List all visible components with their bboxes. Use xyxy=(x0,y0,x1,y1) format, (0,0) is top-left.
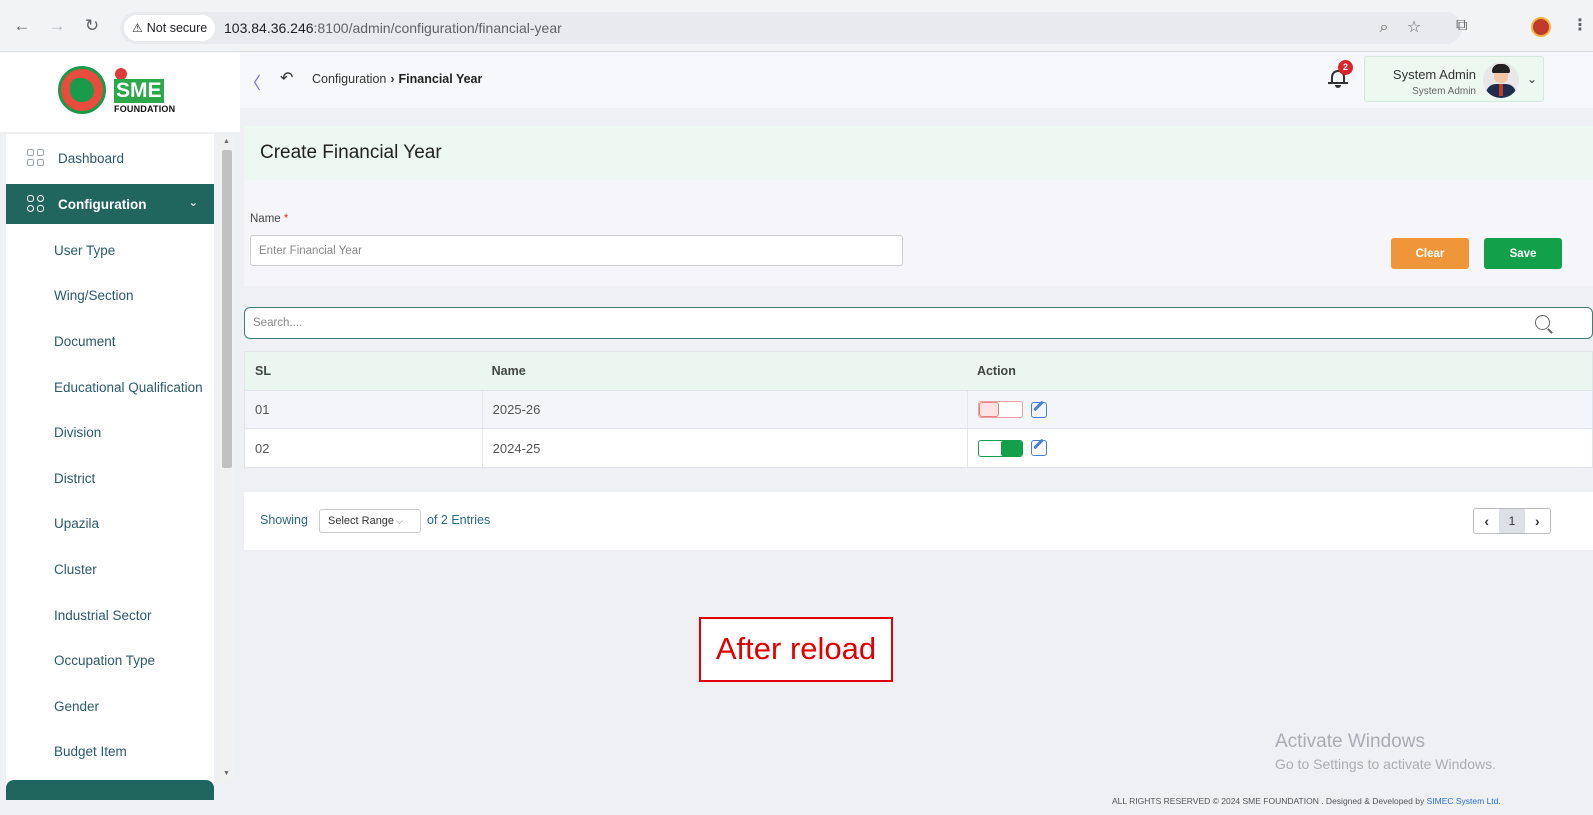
next-page-icon[interactable]: › xyxy=(1525,509,1550,533)
breadcrumb-chevron-icon: › xyxy=(390,72,395,86)
dashboard-grid-icon xyxy=(26,148,46,168)
annotation-box: After reload xyxy=(699,617,893,682)
showing-label: Showing xyxy=(260,513,308,527)
sidebar-sub-educational-qualification[interactable]: Educational Qualification xyxy=(54,380,203,395)
zoom-icon[interactable]: ⌕ xyxy=(1374,18,1394,38)
sidebar-sub-gender[interactable]: Gender xyxy=(54,699,99,714)
sidebar-sub-user-type[interactable]: User Type xyxy=(54,243,115,258)
search-box xyxy=(244,307,1593,339)
sidebar-sub-upazila[interactable]: Upazila xyxy=(54,516,99,531)
cell-sl: 02 xyxy=(255,440,270,456)
cell-action xyxy=(966,391,1592,428)
main-content: Create Financial Year Name * Clear Save … xyxy=(240,108,1593,815)
sidebar-sub-budget-item[interactable]: Budget Item xyxy=(54,744,127,759)
government-seal-icon xyxy=(58,66,106,114)
clear-button[interactable]: Clear xyxy=(1391,238,1469,269)
save-button[interactable]: Save xyxy=(1484,238,1562,269)
page-number[interactable]: 1 xyxy=(1499,509,1525,533)
user-role: System Admin xyxy=(1412,86,1476,97)
bookmark-star-icon[interactable]: ☆ xyxy=(1404,18,1424,38)
logo-sme-text: SME xyxy=(114,79,164,103)
user-name: System Admin xyxy=(1392,67,1476,82)
sidebar-sub-industrial-sector[interactable]: Industrial Sector xyxy=(54,608,152,623)
undo-back-icon[interactable]: ↶ xyxy=(280,68,293,88)
collapse-sidebar-icon[interactable]: 〈 xyxy=(244,69,261,94)
scrollbar-thumb[interactable] xyxy=(222,150,232,468)
entries-count: of 2 Entries xyxy=(427,513,491,527)
chevron-down-icon: ⌵ xyxy=(396,516,403,526)
sidebar-sub-cluster[interactable]: Cluster xyxy=(54,562,97,577)
pager: ‹ 1 › xyxy=(1473,508,1551,534)
developer-link[interactable]: SIMEC System Ltd. xyxy=(1427,796,1501,806)
financial-year-table: SL Name Action 01 2025-26 02 2024-25 xyxy=(244,351,1593,468)
back-arrow-icon[interactable]: ← xyxy=(12,16,32,36)
pagination-bar: Showing Select Range ⌵ of 2 Entries ‹ 1 › xyxy=(244,492,1593,550)
prev-page-icon[interactable]: ‹ xyxy=(1474,509,1499,533)
header-action: Action xyxy=(976,364,1016,378)
browser-toolbar: ← → ↻ ⚠ Not secure 103.84.36.246:8100/adm… xyxy=(0,0,1593,52)
sidebar-item-partial[interactable] xyxy=(6,780,214,800)
page-title: Create Financial Year xyxy=(260,142,442,163)
sidebar-header: SME FOUNDATION xyxy=(0,52,240,132)
sidebar-item-dashboard[interactable]: Dashboard xyxy=(6,138,214,178)
logo-foundation-text: FOUNDATION xyxy=(114,104,176,114)
header-sl: SL xyxy=(255,364,271,378)
cell-action xyxy=(966,429,1592,467)
breadcrumb: Configuration › Financial Year xyxy=(312,72,482,86)
sidebar-sub-wing-section[interactable]: Wing/Section xyxy=(54,288,134,303)
topbar: 〈 ↶ Configuration › Financial Year 2 Syste… xyxy=(240,52,1593,108)
extensions-icon[interactable]: ⧉ xyxy=(1456,16,1467,36)
search-input[interactable] xyxy=(253,312,1513,334)
profile-avatar-icon[interactable] xyxy=(1531,17,1551,37)
forward-arrow-icon[interactable]: → xyxy=(47,16,67,36)
sidebar: Dashboard Configuration ⌄ User Type Wing… xyxy=(6,134,214,800)
scroll-down-icon[interactable]: ▼ xyxy=(223,770,230,777)
sidebar-item-configuration[interactable]: Configuration ⌄ xyxy=(6,184,214,224)
reload-icon[interactable]: ↻ xyxy=(82,16,102,36)
table-header-row: SL Name Action xyxy=(245,352,1592,391)
sidebar-sub-district[interactable]: District xyxy=(54,471,95,486)
security-chip[interactable]: ⚠ Not secure xyxy=(124,15,216,41)
chevron-down-icon: ⌄ xyxy=(1527,72,1538,86)
create-financial-year-card: Create Financial Year Name * Clear Save xyxy=(244,126,1593,286)
chevron-down-icon: ⌄ xyxy=(188,197,198,209)
app-root: SME FOUNDATION Dashboard Configuration ⌄… xyxy=(0,52,1593,815)
financial-year-name-input[interactable] xyxy=(250,235,903,266)
configuration-icon xyxy=(26,194,46,214)
name-label: Name * xyxy=(250,213,289,225)
sidebar-scrollbar[interactable]: ▲ ▼ xyxy=(220,136,234,782)
table-row: 01 2025-26 xyxy=(245,391,1592,429)
notification-badge: 2 xyxy=(1338,60,1353,75)
url-text: 103.84.36.246:8100/admin/configuration/f… xyxy=(224,20,562,36)
status-toggle-on[interactable] xyxy=(977,439,1023,457)
avatar xyxy=(1483,62,1519,98)
sme-foundation-logo[interactable]: SME FOUNDATION xyxy=(58,66,183,116)
edit-icon[interactable] xyxy=(1030,440,1047,456)
windows-activation-title: Activate Windows xyxy=(1275,731,1425,752)
cell-name: 2024-25 xyxy=(481,429,967,467)
breadcrumb-parent[interactable]: Configuration xyxy=(312,72,386,86)
browser-menu-icon[interactable]: ⋮ xyxy=(1572,16,1588,36)
search-icon[interactable] xyxy=(1535,315,1550,330)
cell-sl: 01 xyxy=(255,402,270,417)
status-toggle-off[interactable] xyxy=(977,401,1023,418)
header-name: Name xyxy=(491,364,526,378)
sidebar-sub-division[interactable]: Division xyxy=(54,425,101,440)
scroll-up-icon[interactable]: ▲ xyxy=(223,138,230,145)
copyright-footer: ALL RIGHTS RESERVED © 2024 SME FOUNDATIO… xyxy=(1112,796,1501,806)
card-header: Create Financial Year xyxy=(244,126,1593,180)
user-menu[interactable]: System Admin System Admin ⌄ xyxy=(1364,56,1544,102)
edit-icon[interactable] xyxy=(1030,401,1047,418)
address-bar[interactable]: ⚠ Not secure 103.84.36.246:8100/admin/con… xyxy=(120,12,1462,44)
range-select[interactable]: Select Range ⌵ xyxy=(319,509,421,533)
table-row: 02 2024-25 xyxy=(245,429,1592,467)
breadcrumb-current: Financial Year xyxy=(398,72,483,86)
warning-icon: ⚠ xyxy=(132,21,143,35)
cell-name: 2025-26 xyxy=(481,391,967,428)
windows-activation-subtitle: Go to Settings to activate Windows. xyxy=(1275,756,1496,772)
sidebar-sub-document[interactable]: Document xyxy=(54,334,116,349)
sidebar-sub-occupation-type[interactable]: Occupation Type xyxy=(54,653,155,668)
